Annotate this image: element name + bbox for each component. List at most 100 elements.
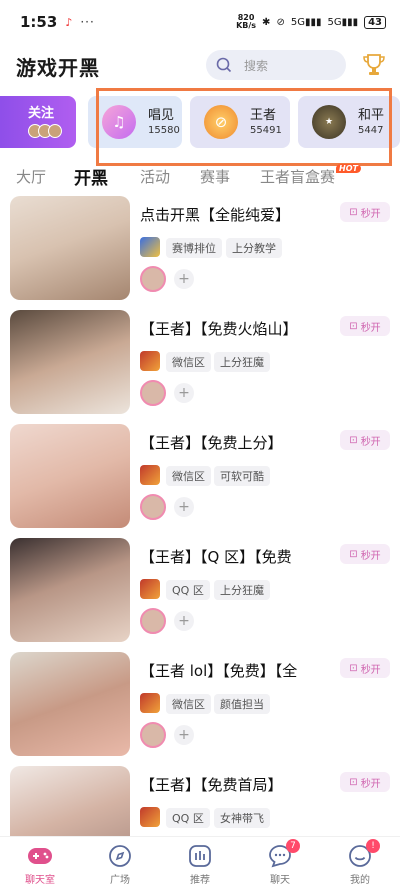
- nav-square[interactable]: 广场: [80, 837, 160, 888]
- add-member-button[interactable]: +: [174, 383, 194, 403]
- room-cover-photo: [10, 310, 130, 414]
- nav-recommend[interactable]: 推荐: [160, 837, 240, 888]
- page-title: 游戏开黑: [16, 55, 100, 80]
- add-member-button[interactable]: +: [174, 611, 194, 631]
- room-card[interactable]: 点击开黑【全能纯爱】 ⊡ 秒开 赛博排位 上分教学 +: [0, 196, 400, 310]
- quick-join-button[interactable]: ⊡ 秒开: [340, 430, 390, 450]
- search-icon: [216, 57, 232, 73]
- room-cover-photo: [10, 424, 130, 528]
- room-tag: 微信区: [166, 466, 211, 486]
- tab-matches[interactable]: 赛事: [200, 166, 230, 187]
- category-count: 55491: [250, 124, 282, 136]
- room-tag: 可软可酷: [214, 466, 270, 486]
- tab-blindbox-contest[interactable]: 王者盲盒赛: [260, 166, 335, 187]
- room-title: 【王者 lol】【免费】【全: [140, 662, 298, 680]
- quick-join-button[interactable]: ⊡ 秒开: [340, 658, 390, 678]
- member-avatar[interactable]: [140, 266, 166, 292]
- room-card[interactable]: 【王者】【免费上分】 ⊡ 秒开 微信区 可软可酷 +: [0, 424, 400, 538]
- quick-join-label: 秒开: [360, 778, 381, 790]
- nav-chat[interactable]: 7 聊天: [240, 837, 320, 888]
- mute-icon: ⊘: [276, 16, 285, 28]
- quick-join-label: 秒开: [360, 550, 381, 562]
- room-cover-photo: [10, 652, 130, 756]
- gamepad-icon: ⊡: [349, 206, 358, 218]
- quick-join-button[interactable]: ⊡ 秒开: [340, 316, 390, 336]
- room-tag: 女神带飞: [214, 808, 270, 828]
- category-count: 5447: [358, 124, 384, 136]
- peace-elite-icon: ★: [312, 105, 346, 139]
- category-label: 王者: [250, 107, 277, 123]
- gamepad-icon: ⊡: [349, 320, 358, 332]
- tab-lobby[interactable]: 大厅: [16, 166, 46, 187]
- quick-join-label: 秒开: [360, 322, 381, 334]
- tab-events[interactable]: 活动: [140, 166, 170, 187]
- add-member-button[interactable]: +: [174, 269, 194, 289]
- signal-icon: 5G▮▮▮: [290, 16, 322, 28]
- hot-badge: HOT: [336, 164, 361, 173]
- room-tag: 上分狂魔: [214, 580, 270, 600]
- signal-icon-2: 5G▮▮▮: [327, 16, 359, 28]
- category-honor-of-kings[interactable]: ⊘ 王者 55491: [190, 96, 290, 148]
- network-speed: 820 KB/s: [236, 14, 256, 30]
- category-row: 关注 ♫ 唱见 15580 ⊘ 王者 55491 ★ 和平 5447: [0, 96, 400, 148]
- nav-label: 广场: [110, 875, 130, 886]
- game-icon: [140, 351, 160, 371]
- room-tag: 上分狂魔: [214, 352, 270, 372]
- room-tag: 微信区: [166, 352, 211, 372]
- add-member-button[interactable]: +: [174, 725, 194, 745]
- app-header: 游戏开黑 搜索: [0, 44, 400, 88]
- search-bar[interactable]: 搜索: [206, 50, 346, 80]
- nav-label: 聊天室: [25, 875, 55, 886]
- nav-chatroom[interactable]: 聊天室: [0, 837, 80, 888]
- category-peace-elite[interactable]: ★ 和平 5447: [298, 96, 400, 148]
- category-label: 关注: [28, 105, 55, 121]
- followed-avatars: [28, 124, 62, 138]
- nav-me[interactable]: ! 我的: [320, 837, 400, 888]
- room-card[interactable]: 【王者】【Q 区】【免费 ⊡ 秒开 QQ 区 上分狂魔 +: [0, 538, 400, 652]
- room-title: 【王者】【免费上分】: [140, 434, 283, 452]
- member-avatar[interactable]: [140, 380, 166, 406]
- category-label: 唱见: [148, 107, 175, 123]
- music-note-icon: ♫: [102, 105, 136, 139]
- room-title: 【王者】【免费火焰山】: [140, 320, 298, 338]
- room-cover-photo: [10, 196, 130, 300]
- room-tag: 赛博排位: [166, 238, 222, 258]
- game-icon: [140, 465, 160, 485]
- quick-join-button[interactable]: ⊡ 秒开: [340, 202, 390, 222]
- network-speed-unit: KB/s: [236, 21, 257, 30]
- member-avatar[interactable]: [140, 608, 166, 634]
- room-cover-photo: [10, 766, 130, 836]
- room-list[interactable]: 点击开黑【全能纯爱】 ⊡ 秒开 赛博排位 上分教学 + 【王者】【免费火焰山】 ⊡…: [0, 196, 400, 836]
- game-icon: [140, 807, 160, 827]
- profile-alert-badge: !: [366, 839, 380, 853]
- compass-icon: [107, 843, 133, 869]
- tiktok-icon: ♪: [65, 15, 73, 29]
- quick-join-button[interactable]: ⊡ 秒开: [340, 544, 390, 564]
- quick-join-label: 秒开: [360, 208, 381, 220]
- member-avatar[interactable]: [140, 722, 166, 748]
- battery-icon: 43: [364, 15, 386, 29]
- chart-icon: [187, 843, 213, 869]
- category-label: 和平: [358, 107, 385, 123]
- room-card[interactable]: 【王者】【免费火焰山】 ⊡ 秒开 微信区 上分狂魔 +: [0, 310, 400, 424]
- quick-join-label: 秒开: [360, 436, 381, 448]
- bluetooth-icon: ✱: [262, 16, 271, 28]
- status-time: 1:53: [20, 13, 58, 31]
- gamepad-icon: ⊡: [349, 548, 358, 560]
- room-tag: 微信区: [166, 694, 211, 714]
- quick-join-label: 秒开: [360, 664, 381, 676]
- quick-join-button[interactable]: ⊡ 秒开: [340, 772, 390, 792]
- more-notifications-icon: ···: [80, 15, 95, 29]
- chat-unread-badge: 7: [286, 839, 300, 853]
- game-icon: [140, 579, 160, 599]
- category-follow[interactable]: 关注: [0, 96, 76, 148]
- member-avatar[interactable]: [140, 494, 166, 520]
- room-card[interactable]: 【王者】【免费首局】 ⊡ 秒开 QQ 区 女神带飞: [0, 766, 400, 836]
- nav-label: 我的: [350, 875, 370, 886]
- tab-play-together[interactable]: 开黑: [74, 164, 108, 189]
- add-member-button[interactable]: +: [174, 497, 194, 517]
- category-singer[interactable]: ♫ 唱见 15580: [88, 96, 182, 148]
- trophy-icon[interactable]: [362, 52, 386, 78]
- room-card[interactable]: 【王者 lol】【免费】【全 ⊡ 秒开 微信区 颜值担当 +: [0, 652, 400, 766]
- room-title: 【王者】【Q 区】【免费: [140, 548, 292, 566]
